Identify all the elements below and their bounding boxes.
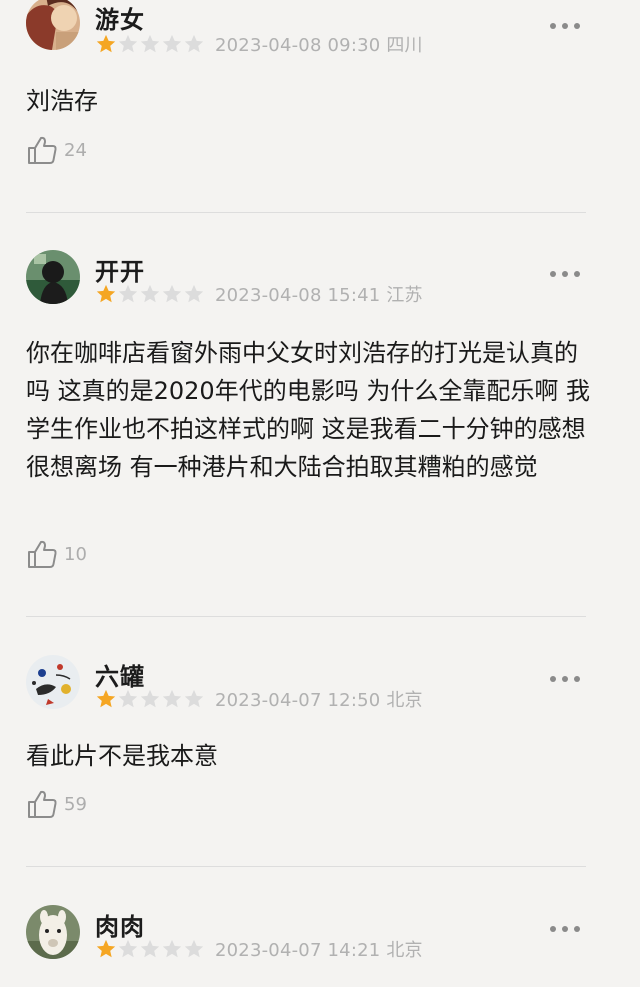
timestamp-location: 2023-04-07 14:21 北京 [215, 940, 423, 961]
more-dots-icon [550, 271, 556, 277]
username[interactable]: 游女 [95, 0, 145, 35]
rating-row: 2023-04-08 15:41 江苏 [95, 282, 423, 306]
timestamp-location: 2023-04-08 09:30 四川 [215, 35, 423, 56]
star-empty-icon [118, 689, 138, 708]
like-button[interactable]: 24 [26, 134, 87, 166]
more-dot [574, 23, 580, 29]
like-count: 59 [64, 793, 87, 815]
rating-row: 2023-04-07 12:50 北京 [95, 687, 423, 711]
star-rating [95, 283, 205, 305]
timestamp-location: 2023-04-07 12:50 北京 [215, 690, 423, 711]
review-text: 你在咖啡店看窗外雨中父女时刘浩存的打光是认真的吗 这真的是2020年代的电影吗 … [26, 339, 590, 481]
star-empty-icon [118, 939, 138, 958]
like-button[interactable]: 10 [26, 538, 87, 570]
divider [26, 212, 586, 213]
star-empty-icon [184, 689, 204, 708]
avatar[interactable] [26, 655, 80, 709]
rating-row: 2023-04-08 09:30 四川 [95, 32, 423, 56]
more-dots-icon [550, 23, 556, 29]
timestamp-location: 2023-04-08 15:41 江苏 [215, 285, 423, 306]
more-dots-icon [550, 926, 556, 932]
star-empty-icon [118, 284, 138, 303]
star-empty-icon [184, 939, 204, 958]
thumbs-up-icon [28, 540, 57, 568]
star-filled-icon [96, 284, 116, 303]
thumbs-up-icon [28, 136, 57, 164]
star-empty-icon [140, 939, 160, 958]
like-count: 10 [64, 543, 87, 565]
more-dot [562, 926, 568, 932]
avatar[interactable] [26, 0, 80, 50]
thumbs-up-icon [28, 790, 57, 818]
more-dot [574, 676, 580, 682]
more-dot [574, 271, 580, 277]
divider [26, 866, 586, 867]
avatar[interactable] [26, 905, 80, 959]
avatar[interactable] [26, 250, 80, 304]
divider [26, 616, 586, 617]
like-button[interactable]: 59 [26, 788, 87, 820]
star-filled-icon [96, 689, 116, 708]
more-dot [574, 926, 580, 932]
star-empty-icon [140, 689, 160, 708]
like-count: 24 [64, 139, 87, 161]
star-rating [95, 33, 205, 55]
star-empty-icon [162, 939, 182, 958]
star-empty-icon [184, 284, 204, 303]
star-empty-icon [140, 284, 160, 303]
more-dot [562, 23, 568, 29]
star-empty-icon [184, 34, 204, 53]
star-filled-icon [96, 939, 116, 958]
star-empty-icon [162, 689, 182, 708]
star-rating [95, 688, 205, 710]
more-options-button[interactable] [550, 923, 580, 935]
star-empty-icon [162, 34, 182, 53]
review-list: 游女 2023-04-08 09:30 四川 刘浩存 24 开开 2023-04… [0, 0, 640, 987]
star-filled-icon [96, 34, 116, 53]
more-dot [562, 271, 568, 277]
star-empty-icon [118, 34, 138, 53]
star-empty-icon [140, 34, 160, 53]
more-options-button[interactable] [550, 20, 580, 32]
review-text: 看此片不是我本意 [26, 742, 218, 770]
review-text: 刘浩存 [26, 87, 98, 115]
more-dots-icon [550, 676, 556, 682]
rating-row: 2023-04-07 14:21 北京 [95, 937, 423, 961]
star-rating [95, 938, 205, 960]
star-empty-icon [162, 284, 182, 303]
more-dot [562, 676, 568, 682]
more-options-button[interactable] [550, 673, 580, 685]
more-options-button[interactable] [550, 268, 580, 280]
